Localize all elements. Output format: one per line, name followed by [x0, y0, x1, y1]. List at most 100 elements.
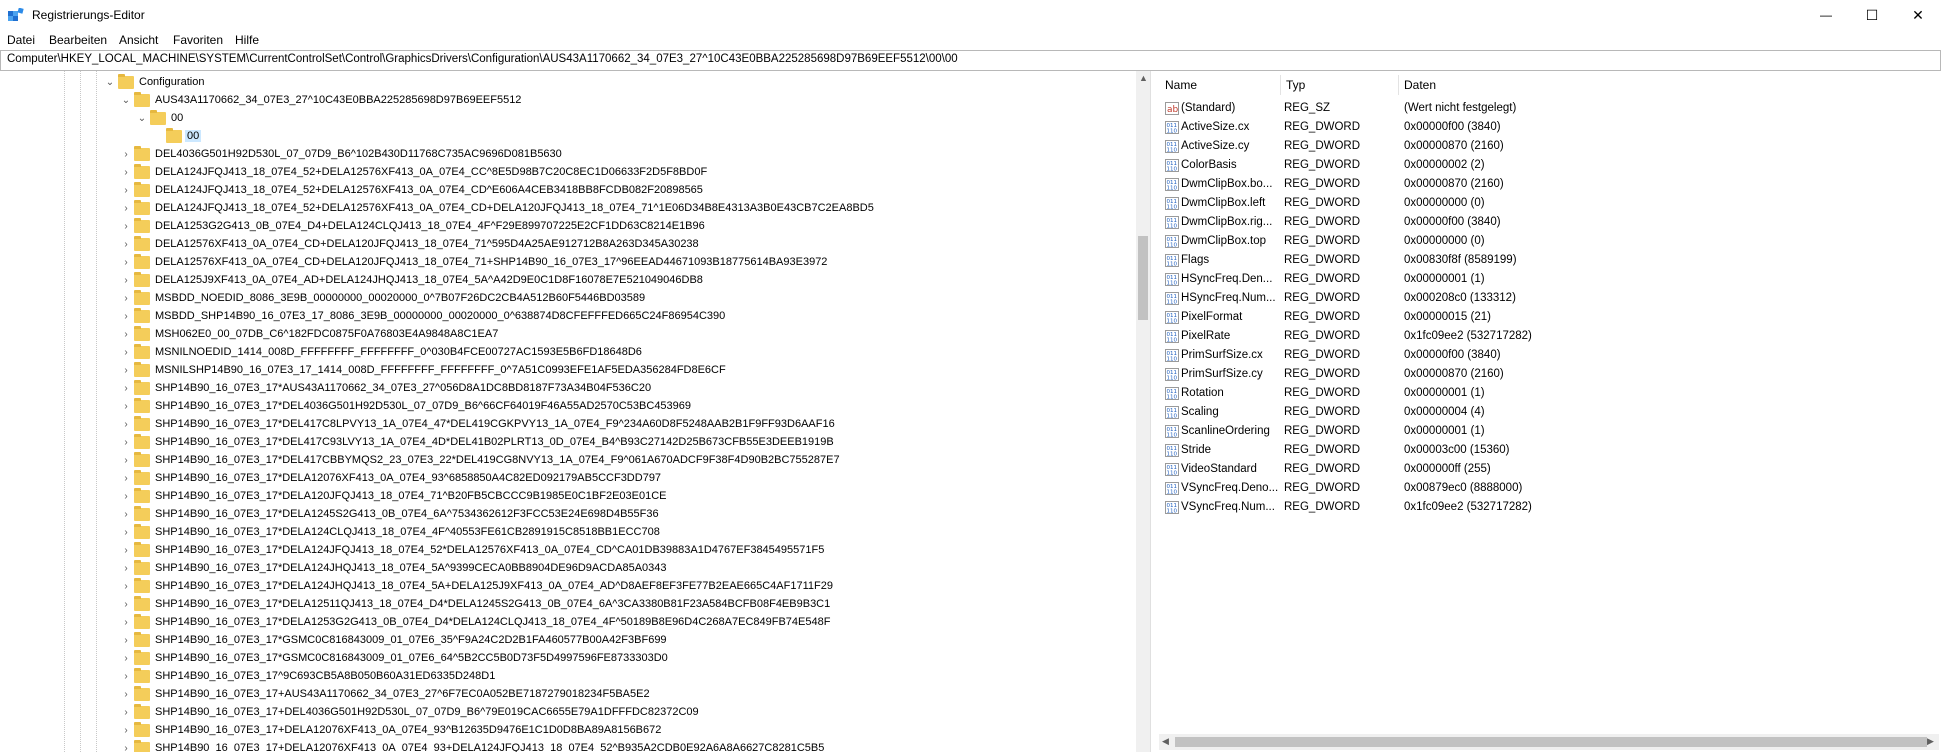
menu-ansicht[interactable]: Ansicht — [119, 33, 158, 47]
column-header-data[interactable]: Daten — [1398, 75, 1938, 95]
chevron-right-icon[interactable]: › — [119, 614, 133, 632]
value-row[interactable]: 011 110 PixelRate REG_DWORD 0x1fc09ee2 (5327… — [1159, 327, 1939, 346]
folder-icon — [134, 632, 150, 647]
menu-favoriten[interactable]: Favoriten — [173, 33, 223, 47]
scroll-left-icon[interactable]: ◀ — [1162, 736, 1169, 747]
chevron-right-icon[interactable]: › — [119, 380, 133, 398]
value-row[interactable]: 011 110 ColorBasis REG_DWORD 0x00000002 (2) — [1159, 156, 1939, 175]
menu-datei[interactable]: Datei — [7, 33, 35, 47]
value-row[interactable]: ab (Standard) REG_SZ (Wert nicht festgelegt… — [1159, 99, 1939, 118]
value-type: REG_DWORD — [1284, 387, 1361, 399]
chevron-right-icon[interactable]: › — [119, 146, 133, 164]
chevron-down-icon[interactable]: ⌄ — [103, 74, 117, 92]
chevron-right-icon[interactable]: › — [119, 398, 133, 416]
binary-value-icon: 011110 — [1165, 197, 1179, 210]
scroll-up-icon[interactable]: ▲ — [1139, 73, 1148, 83]
chevron-right-icon[interactable]: › — [119, 344, 133, 362]
chevron-right-icon[interactable]: › — [119, 164, 133, 182]
chevron-right-icon[interactable]: › — [119, 308, 133, 326]
value-row[interactable]: 011 110 PrimSurfSize.cx REG_DWORD 0x00000f00… — [1159, 346, 1939, 365]
value-row[interactable]: 011 110 Stride REG_DWORD 0x00003c00 (15360) — [1159, 441, 1939, 460]
pane-splitter[interactable] — [1150, 71, 1159, 752]
value-row[interactable]: 011 110 HSyncFreq.Num... REG_DWORD 0x000208c… — [1159, 289, 1939, 308]
chevron-right-icon[interactable]: › — [119, 506, 133, 524]
string-value-icon: ab — [1165, 102, 1179, 115]
value-row[interactable]: 011 110 DwmClipBox.rig... REG_DWORD 0x00000f… — [1159, 213, 1939, 232]
value-row[interactable]: 011 110 ScanlineOrdering REG_DWORD 0x0000000… — [1159, 422, 1939, 441]
folder-icon — [134, 272, 150, 287]
value-row[interactable]: 011 110 Rotation REG_DWORD 0x00000001 (1) — [1159, 384, 1939, 403]
value-name: Scaling — [1181, 406, 1219, 418]
chevron-right-icon[interactable]: › — [119, 452, 133, 470]
chevron-right-icon[interactable]: › — [119, 722, 133, 740]
chevron-right-icon[interactable]: › — [119, 560, 133, 578]
column-header-name[interactable]: Name — [1159, 75, 1281, 95]
chevron-right-icon[interactable]: › — [119, 434, 133, 452]
value-type: REG_DWORD — [1284, 349, 1361, 361]
chevron-right-icon[interactable]: › — [119, 200, 133, 218]
tree-vertical-scrollbar[interactable]: ▲ — [1136, 71, 1150, 752]
svg-text:110: 110 — [1167, 205, 1178, 211]
chevron-right-icon[interactable]: › — [119, 470, 133, 488]
value-data: 0x00000001 (1) — [1404, 273, 1485, 285]
value-row[interactable]: 011 110 HSyncFreq.Den... REG_DWORD 0x0000000… — [1159, 270, 1939, 289]
chevron-right-icon[interactable]: › — [119, 650, 133, 668]
scroll-right-icon[interactable]: ▶ — [1927, 736, 1934, 747]
chevron-right-icon[interactable]: › — [119, 524, 133, 542]
chevron-right-icon[interactable]: › — [119, 272, 133, 290]
tree-node-label: DELA1253G2G413_0B_07E4_D4+DELA124CLQJ413… — [155, 220, 705, 232]
value-data: (Wert nicht festgelegt) — [1404, 102, 1517, 114]
values-scroll-thumb[interactable] — [1175, 737, 1927, 747]
value-name: Flags — [1181, 254, 1210, 266]
chevron-right-icon[interactable]: › — [119, 668, 133, 686]
value-data: 0x00000f00 (3840) — [1404, 216, 1501, 228]
binary-value-icon: 011110 — [1165, 254, 1179, 267]
value-row[interactable]: 011 110 PrimSurfSize.cy REG_DWORD 0x00000870… — [1159, 365, 1939, 384]
chevron-right-icon[interactable]: › — [119, 236, 133, 254]
folder-icon — [134, 578, 150, 593]
minimize-button[interactable]: — — [1803, 0, 1849, 30]
menu-bearbeiten[interactable]: Bearbeiten — [49, 33, 107, 47]
chevron-right-icon[interactable]: › — [119, 416, 133, 434]
value-row[interactable]: 011 110 ActiveSize.cx REG_DWORD 0x00000f00 (… — [1159, 118, 1939, 137]
value-row[interactable]: 011 110 VSyncFreq.Num... REG_DWORD 0x1fc09ee… — [1159, 498, 1939, 517]
chevron-right-icon[interactable]: › — [119, 326, 133, 344]
chevron-right-icon[interactable]: › — [119, 488, 133, 506]
values-horizontal-scrollbar[interactable]: ◀ ▶ — [1159, 734, 1939, 750]
folder-icon — [134, 182, 150, 197]
value-row[interactable]: 011 110 DwmClipBox.top REG_DWORD 0x00000000 … — [1159, 232, 1939, 251]
tree-scroll-thumb[interactable] — [1138, 236, 1148, 320]
column-header-type[interactable]: Typ — [1280, 75, 1399, 95]
value-row[interactable]: 011 110 DwmClipBox.bo... REG_DWORD 0x0000087… — [1159, 175, 1939, 194]
value-row[interactable]: 011 110 DwmClipBox.left REG_DWORD 0x00000000… — [1159, 194, 1939, 213]
chevron-right-icon[interactable]: › — [119, 542, 133, 560]
svg-text:110: 110 — [1167, 167, 1178, 173]
chevron-right-icon[interactable]: › — [119, 596, 133, 614]
chevron-right-icon[interactable]: › — [119, 704, 133, 722]
value-row[interactable]: 011 110 ActiveSize.cy REG_DWORD 0x00000870 (… — [1159, 137, 1939, 156]
value-row[interactable]: 011 110 VSyncFreq.Deno... REG_DWORD 0x00879e… — [1159, 479, 1939, 498]
chevron-right-icon[interactable]: › — [119, 218, 133, 236]
chevron-down-icon[interactable]: ⌄ — [135, 110, 149, 128]
maximize-button[interactable]: ☐ — [1849, 0, 1895, 30]
chevron-right-icon[interactable]: › — [119, 632, 133, 650]
close-button[interactable]: ✕ — [1895, 0, 1941, 30]
value-row[interactable]: 011 110 Flags REG_DWORD 0x00830f8f (8589199) — [1159, 251, 1939, 270]
folder-icon — [134, 326, 150, 341]
chevron-right-icon[interactable]: › — [119, 740, 133, 752]
value-name: Stride — [1181, 444, 1212, 456]
chevron-right-icon[interactable]: › — [119, 290, 133, 308]
value-row[interactable]: 011 110 Scaling REG_DWORD 0x00000004 (4) — [1159, 403, 1939, 422]
chevron-right-icon[interactable]: › — [119, 362, 133, 380]
chevron-down-icon[interactable]: ⌄ — [119, 92, 133, 110]
menu-hilfe[interactable]: Hilfe — [235, 33, 259, 47]
value-type: REG_DWORD — [1284, 368, 1361, 380]
chevron-right-icon[interactable]: › — [119, 254, 133, 272]
chevron-right-icon[interactable]: › — [119, 578, 133, 596]
address-bar[interactable]: Computer\HKEY_LOCAL_MACHINE\SYSTEM\Curre… — [0, 50, 1941, 71]
value-row[interactable]: 011 110 VideoStandard REG_DWORD 0x000000ff (… — [1159, 460, 1939, 479]
chevron-right-icon[interactable]: › — [119, 182, 133, 200]
tree-node-label: SHP14B90_16_07E3_17*DELA1245S2G413_0B_07… — [155, 508, 659, 520]
value-row[interactable]: 011 110 PixelFormat REG_DWORD 0x00000015 (21… — [1159, 308, 1939, 327]
chevron-right-icon[interactable]: › — [119, 686, 133, 704]
